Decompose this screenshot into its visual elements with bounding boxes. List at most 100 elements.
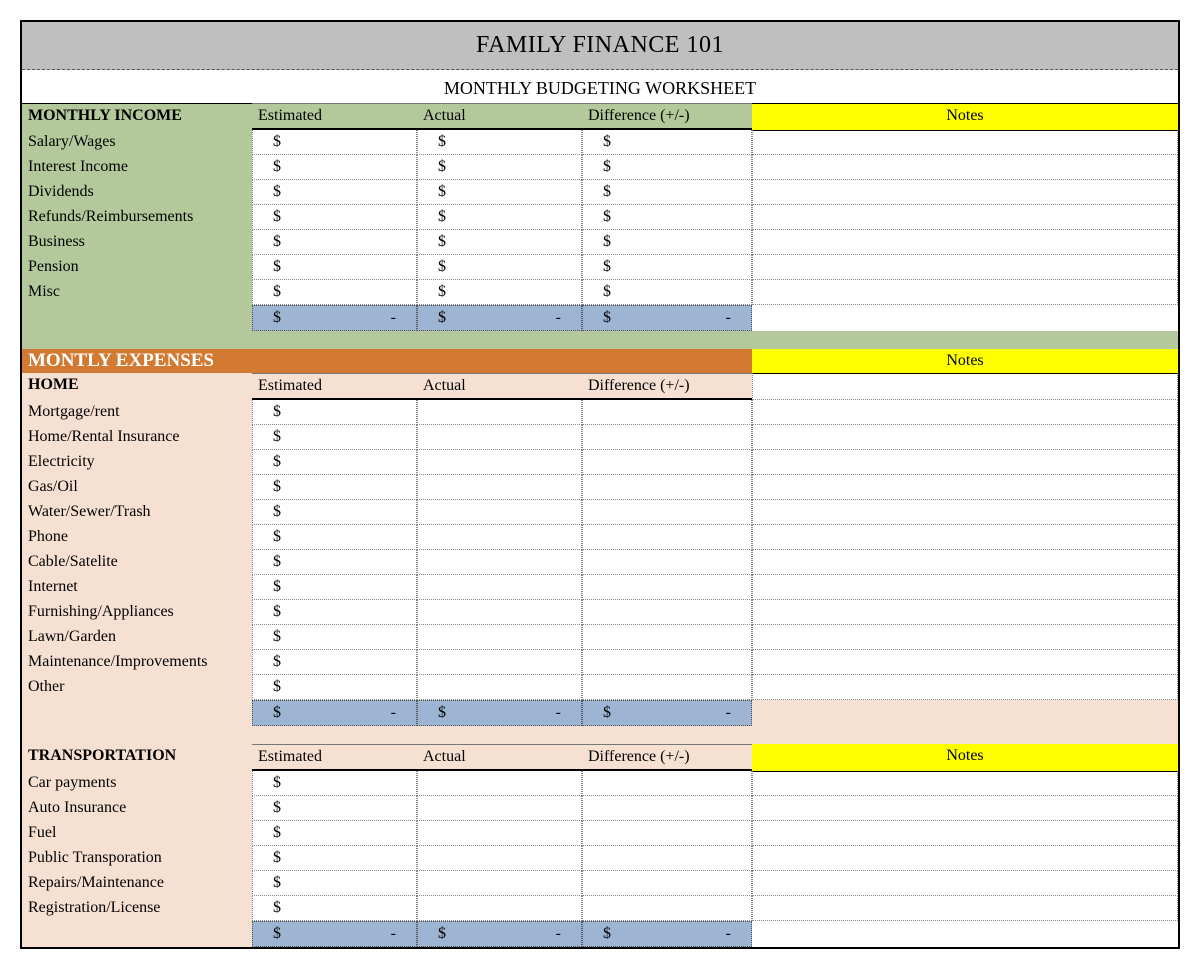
income-difference[interactable]: $ — [582, 280, 752, 305]
transport-notes[interactable] — [752, 821, 1178, 846]
home-notes[interactable] — [752, 373, 1178, 400]
income-notes[interactable] — [752, 230, 1178, 255]
transport-actual[interactable] — [417, 871, 582, 896]
home-notes[interactable] — [752, 525, 1178, 550]
home-difference[interactable] — [582, 475, 752, 500]
transport-notes[interactable] — [752, 871, 1178, 896]
home-actual[interactable] — [417, 575, 582, 600]
home-estimated[interactable]: $ — [252, 400, 417, 425]
home-difference[interactable] — [582, 400, 752, 425]
home-actual[interactable] — [417, 550, 582, 575]
income-estimated[interactable]: $ — [252, 155, 417, 180]
income-estimated[interactable]: $ — [252, 255, 417, 280]
income-actual[interactable]: $ — [417, 180, 582, 205]
home-difference[interactable] — [582, 650, 752, 675]
home-notes[interactable] — [752, 500, 1178, 525]
transport-estimated[interactable]: $ — [252, 846, 417, 871]
transport-estimated[interactable]: $ — [252, 796, 417, 821]
home-actual[interactable] — [417, 425, 582, 450]
home-notes[interactable] — [752, 475, 1178, 500]
transport-estimated[interactable]: $ — [252, 821, 417, 846]
income-actual[interactable]: $ — [417, 130, 582, 155]
transport-actual[interactable] — [417, 846, 582, 871]
home-difference[interactable] — [582, 550, 752, 575]
income-notes[interactable] — [752, 180, 1178, 205]
income-actual[interactable]: $ — [417, 205, 582, 230]
home-estimated[interactable]: $ — [252, 600, 417, 625]
home-difference[interactable] — [582, 575, 752, 600]
home-notes[interactable] — [752, 575, 1178, 600]
income-actual[interactable]: $ — [417, 280, 582, 305]
home-actual[interactable] — [417, 675, 582, 700]
income-actual[interactable]: $ — [417, 155, 582, 180]
income-actual[interactable]: $ — [417, 255, 582, 280]
income-notes[interactable] — [752, 255, 1178, 280]
home-notes[interactable] — [752, 675, 1178, 700]
home-notes[interactable] — [752, 650, 1178, 675]
home-notes[interactable] — [752, 450, 1178, 475]
income-estimated[interactable]: $ — [252, 230, 417, 255]
home-difference[interactable] — [582, 675, 752, 700]
home-actual[interactable] — [417, 625, 582, 650]
income-estimated[interactable]: $ — [252, 180, 417, 205]
home-notes[interactable] — [752, 600, 1178, 625]
home-estimated[interactable]: $ — [252, 475, 417, 500]
income-difference[interactable]: $ — [582, 155, 752, 180]
home-actual[interactable] — [417, 500, 582, 525]
home-actual[interactable] — [417, 525, 582, 550]
income-estimated[interactable]: $ — [252, 280, 417, 305]
income-difference[interactable]: $ — [582, 255, 752, 280]
income-notes[interactable] — [752, 130, 1178, 155]
income-difference[interactable]: $ — [582, 205, 752, 230]
home-difference[interactable] — [582, 425, 752, 450]
home-difference[interactable] — [582, 600, 752, 625]
home-difference[interactable] — [582, 525, 752, 550]
home-estimated[interactable]: $ — [252, 500, 417, 525]
home-estimated[interactable]: $ — [252, 650, 417, 675]
income-difference[interactable]: $ — [582, 230, 752, 255]
home-actual[interactable] — [417, 650, 582, 675]
home-difference[interactable] — [582, 625, 752, 650]
home-actual[interactable] — [417, 475, 582, 500]
home-estimated[interactable]: $ — [252, 675, 417, 700]
home-actual[interactable] — [417, 400, 582, 425]
income-notes[interactable] — [752, 280, 1178, 305]
home-notes[interactable] — [752, 625, 1178, 650]
transport-actual[interactable] — [417, 896, 582, 921]
income-actual[interactable]: $ — [417, 230, 582, 255]
transport-difference[interactable] — [582, 796, 752, 821]
income-difference[interactable]: $ — [582, 130, 752, 155]
transport-notes[interactable] — [752, 896, 1178, 921]
income-estimated[interactable]: $ — [252, 130, 417, 155]
transport-difference[interactable] — [582, 821, 752, 846]
transport-notes[interactable] — [752, 796, 1178, 821]
transport-notes[interactable] — [752, 771, 1178, 796]
home-estimated[interactable]: $ — [252, 450, 417, 475]
home-difference[interactable] — [582, 450, 752, 475]
home-notes[interactable] — [752, 550, 1178, 575]
home-notes[interactable] — [752, 400, 1178, 425]
transport-actual[interactable] — [417, 796, 582, 821]
transport-difference[interactable] — [582, 771, 752, 796]
home-estimated[interactable]: $ — [252, 550, 417, 575]
transport-notes[interactable] — [752, 846, 1178, 871]
home-actual[interactable] — [417, 600, 582, 625]
transport-difference[interactable] — [582, 846, 752, 871]
home-difference[interactable] — [582, 500, 752, 525]
transport-actual[interactable] — [417, 821, 582, 846]
home-actual[interactable] — [417, 450, 582, 475]
home-notes[interactable] — [752, 425, 1178, 450]
transport-estimated[interactable]: $ — [252, 896, 417, 921]
transport-actual[interactable] — [417, 771, 582, 796]
income-notes[interactable] — [752, 205, 1178, 230]
income-notes[interactable] — [752, 155, 1178, 180]
home-estimated[interactable]: $ — [252, 625, 417, 650]
home-estimated[interactable]: $ — [252, 575, 417, 600]
income-difference[interactable]: $ — [582, 180, 752, 205]
transport-estimated[interactable]: $ — [252, 771, 417, 796]
transport-difference[interactable] — [582, 871, 752, 896]
home-estimated[interactable]: $ — [252, 425, 417, 450]
transport-difference[interactable] — [582, 896, 752, 921]
home-estimated[interactable]: $ — [252, 525, 417, 550]
income-estimated[interactable]: $ — [252, 205, 417, 230]
